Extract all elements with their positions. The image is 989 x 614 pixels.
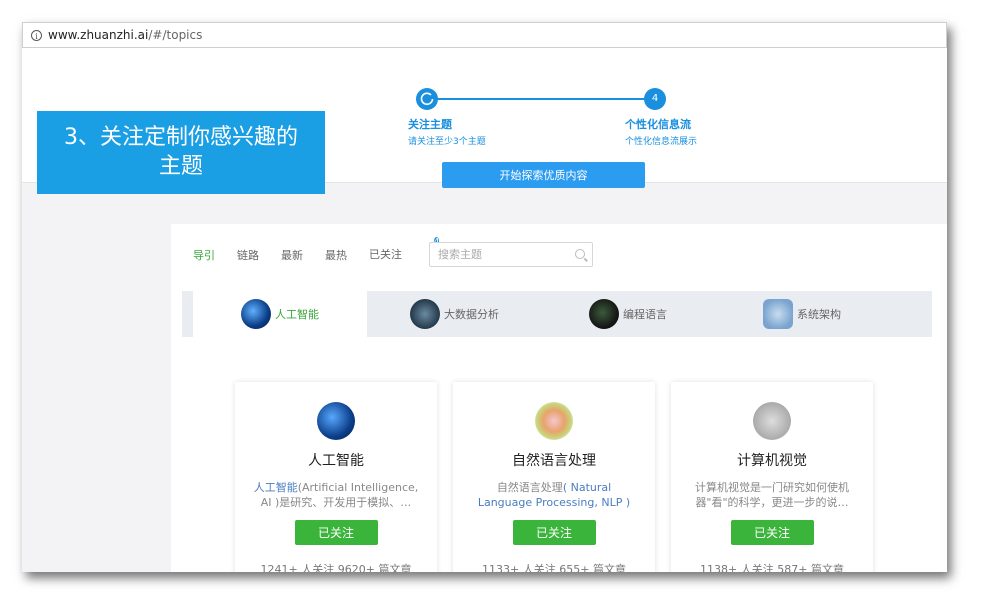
ai-brain-icon xyxy=(317,402,355,440)
card-description: 自然语言处理( Natural Language Processing, NLP… xyxy=(471,480,637,510)
caption-line-1: 3、关注定制你感兴趣的 xyxy=(64,125,298,150)
step-2-marker: 4 xyxy=(644,88,666,110)
followed-button[interactable]: 已关注 xyxy=(730,520,814,545)
step-1-marker xyxy=(416,88,438,110)
topic-card-nlp[interactable]: 自然语言处理 自然语言处理( Natural Language Processi… xyxy=(453,382,655,572)
step-progress-line xyxy=(437,98,659,100)
card-stats: 1133+ 人关注 655+ 篇文章 xyxy=(482,563,626,572)
vision-key-icon xyxy=(753,402,791,440)
followed-button[interactable]: 已关注 xyxy=(294,520,378,545)
card-description-link[interactable]: 人工智能 xyxy=(254,481,298,494)
step-2-title: 个性化信息流 xyxy=(625,118,691,131)
topics-panel: 导引 链路 最新 最热 已关注4 搜索主题 人工智能 大数据分析 xyxy=(171,224,947,572)
card-title: 计算机视觉 xyxy=(737,453,807,469)
url-path: /#/topics xyxy=(148,28,203,42)
search-input[interactable]: 搜索主题 xyxy=(429,242,593,267)
card-title: 自然语言处理 xyxy=(512,453,596,469)
url-host: www.zhuanzhi.ai xyxy=(48,28,149,42)
nav-guide[interactable]: 导引 xyxy=(193,247,215,263)
nav-hottest[interactable]: 最热 xyxy=(325,247,347,263)
card-description: 人工智能(Artificial Intelligence, AI )是研究、开发… xyxy=(253,480,419,510)
tab-ai-label: 人工智能 xyxy=(275,308,319,321)
card-description-text: 自然语言处理 xyxy=(496,481,563,494)
nav-links[interactable]: 链路 xyxy=(237,247,259,263)
tab-big-data[interactable]: 大数据分析 xyxy=(410,291,499,337)
search-placeholder: 搜索主题 xyxy=(438,248,482,261)
info-icon[interactable]: i xyxy=(31,29,42,41)
card-stats: 1241+ 人关注 9620+ 篇文章 xyxy=(260,563,412,572)
tab-programming-label: 编程语言 xyxy=(623,308,667,321)
screenshot-frame: i www.zhuanzhi.ai/#/topics 4 关注主题 请关注至少3… xyxy=(22,22,947,572)
card-stats: 1138+ 人关注 587+ 篇文章 xyxy=(700,563,844,572)
page-content: 4 关注主题 请关注至少3个主题 个性化信息流 个性化信息流展示 开始探索优质内… xyxy=(22,48,947,572)
start-explore-button[interactable]: 开始探索优质内容 xyxy=(442,162,645,188)
caption-line-2: 主题 xyxy=(158,154,203,179)
step-2-subtitle: 个性化信息流展示 xyxy=(625,137,698,147)
card-description: 计算机视觉是一门研究如何使机器"看"的科学，更进一步的说… xyxy=(695,481,849,509)
topic-card-cv[interactable]: 计算机视觉 计算机视觉是一门研究如何使机器"看"的科学，更进一步的说… 已关注 … xyxy=(671,382,873,572)
loading-icon xyxy=(420,92,434,106)
ai-brain-icon xyxy=(241,299,271,329)
big-data-icon xyxy=(410,299,440,329)
step-1-subtitle: 请关注至少3个主题 xyxy=(408,137,486,147)
tab-programming[interactable]: 编程语言 xyxy=(589,291,667,337)
tab-architecture-label: 系统架构 xyxy=(797,308,841,321)
topic-card-ai[interactable]: 人工智能 人工智能(Artificial Intelligence, AI )是… xyxy=(235,382,437,572)
category-tabs: 人工智能 大数据分析 编程语言 系统架构 xyxy=(182,291,932,337)
address-bar[interactable]: i www.zhuanzhi.ai/#/topics xyxy=(22,22,947,48)
tab-ai[interactable]: 人工智能 xyxy=(193,291,367,337)
nav-followed-label: 已关注 xyxy=(369,248,402,261)
architecture-icon xyxy=(763,299,793,329)
code-icon xyxy=(589,299,619,329)
word-cloud-icon xyxy=(535,402,573,440)
search-icon[interactable] xyxy=(575,249,585,259)
nav-latest[interactable]: 最新 xyxy=(281,247,303,263)
url-text[interactable]: www.zhuanzhi.ai/#/topics xyxy=(48,28,202,42)
step-1-title: 关注主题 xyxy=(408,118,452,131)
tutorial-caption: 3、关注定制你感兴趣的 主题 xyxy=(37,111,325,194)
card-title: 人工智能 xyxy=(308,453,364,469)
tab-big-data-label: 大数据分析 xyxy=(444,308,499,321)
followed-button[interactable]: 已关注 xyxy=(512,520,596,545)
tab-architecture[interactable]: 系统架构 xyxy=(763,291,841,337)
